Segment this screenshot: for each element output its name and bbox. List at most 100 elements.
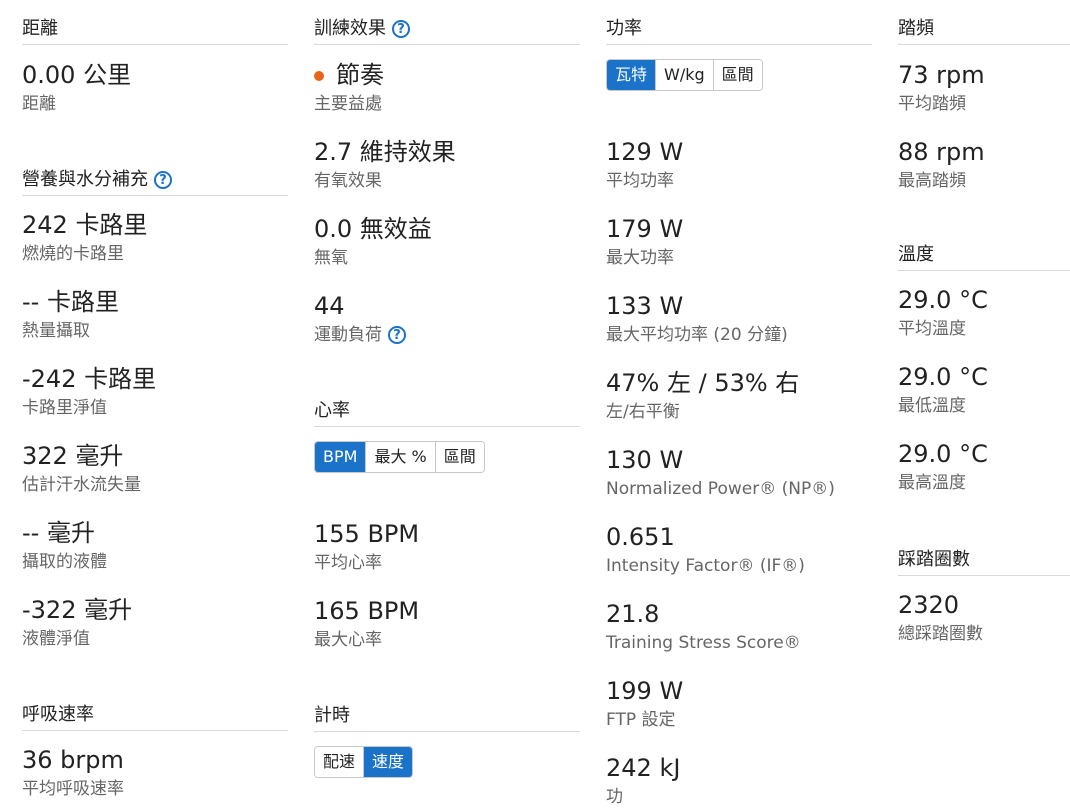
training-effect-title: 訓練效果 ? [314,14,580,45]
power-title-text: 功率 [606,18,642,39]
stat-label: 平均功率 [606,171,674,191]
stat-label: 功 [606,787,623,807]
stat-label: 最低溫度 [898,396,966,416]
stat-label: 左/右平衡 [606,402,680,422]
stat-max-20min-power: 133 W 最大平均功率 (20 分鐘) [606,291,788,346]
tab-watts[interactable]: 瓦特 [607,60,656,90]
heart-rate-title: 心率 [314,396,580,427]
cadence-title: 踏頻 [898,14,1070,45]
stat-label: 總踩踏圈數 [898,624,983,644]
stat-fluid-net: -322 毫升 液體淨值 [22,595,132,650]
stat-label: 液體淨值 [22,629,90,649]
help-icon[interactable]: ? [388,326,406,344]
stat-label: 平均溫度 [898,319,966,339]
respiration-title-text: 呼吸速率 [22,704,94,725]
respiration-title: 呼吸速率 [22,700,288,731]
stat-value: 165 BPM [314,597,420,625]
stat-label: 最大平均功率 (20 分鐘) [606,325,788,345]
tab-max-percent[interactable]: 最大 % [365,442,435,472]
stat-label: 卡路里淨值 [22,398,107,418]
stat-label: 攝取的液體 [22,552,107,572]
stat-intensity-factor: 0.651 Intensity Factor® (IF®) [606,522,805,577]
stat-max-temp: 29.0 °C 最高溫度 [898,439,988,494]
stat-max-hr: 165 BPM 最大心率 [314,596,419,651]
power-title: 功率 [606,14,872,45]
distance-title-text: 距離 [22,18,58,39]
respiration-value: 36 brpm [22,746,124,774]
tab-bpm[interactable]: BPM [315,442,366,472]
stat-value: -322 毫升 [22,596,133,624]
power-unit-toggle: 瓦特 W/kg 區間 [606,59,763,91]
stat-value: 2.7 維持效果 [314,138,456,166]
stat-label: 最大心率 [314,630,382,650]
temperature-title-text: 溫度 [898,244,934,265]
stat-primary-benefit: 節奏 主要益處 [314,60,384,115]
stat-value: -- 毫升 [22,519,95,547]
tab-zones[interactable]: 區間 [434,442,484,472]
distance-label: 距離 [22,94,56,114]
distance-stat: 0.00 公里 距離 [22,60,131,115]
timing-title-text: 計時 [314,705,350,726]
stat-value: 2320 [898,591,960,619]
stat-aerobic: 2.7 維持效果 有氧效果 [314,137,456,192]
stat-label: 最高溫度 [898,473,966,493]
heart-rate-unit-toggle: BPM 最大 % 區間 [314,441,485,473]
tab-zones[interactable]: 區間 [712,60,762,90]
stat-label: FTP 設定 [606,710,676,730]
distance-title: 距離 [22,14,288,45]
stat-label: 有氧效果 [314,171,382,191]
stat-value: 179 W [606,215,684,243]
cadence-title-text: 踏頻 [898,18,934,39]
temperature-title: 溫度 [898,240,1070,271]
heart-rate-title-text: 心率 [314,400,350,421]
help-icon[interactable]: ? [154,171,172,189]
stat-normalized-power: 130 W Normalized Power® (NP®) [606,445,835,500]
stat-value: 322 毫升 [22,442,124,470]
stat-value: 0.0 無效益 [314,215,432,243]
stat-min-temp: 29.0 °C 最低溫度 [898,362,988,417]
stat-value: 0.651 [606,523,675,551]
stat-value: 節奏 [336,61,384,89]
nutrition-title-text: 營養與水分補充 [22,169,148,190]
stat-total-strokes: 2320 總踩踏圈數 [898,590,983,645]
stat-label: 熱量攝取 [22,321,90,341]
stat-label-row: 運動負荷 ? [314,324,406,346]
timing-unit-toggle: 配速 速度 [314,746,414,778]
tab-speed[interactable]: 速度 [363,747,413,777]
stat-value: 199 W [606,677,684,705]
stat-label: Training Stress Score® [606,633,801,653]
stat-calories-net: -242 卡路里 卡路里淨值 [22,364,156,419]
stat-value: -- 卡路里 [22,288,119,316]
distance-value: 0.00 公里 [22,61,132,89]
tab-pace[interactable]: 配速 [315,747,364,777]
stat-calories-intake: -- 卡路里 熱量攝取 [22,287,119,342]
stat-avg-temp: 29.0 °C 平均溫度 [898,285,988,340]
strokes-title: 踩踏圈數 [898,545,1070,576]
stat-lr-balance: 47% 左 / 53% 右 左/右平衡 [606,368,799,423]
stat-tss: 21.8 Training Stress Score® [606,599,801,654]
stat-label: 運動負荷 [314,325,382,345]
stat-label: 平均踏頻 [898,94,966,114]
stat-value: 242 卡路里 [22,211,148,239]
stat-fluid-intake: -- 毫升 攝取的液體 [22,518,107,573]
nutrition-title: 營養與水分補充 ? [22,165,288,196]
stat-max-cadence: 88 rpm 最高踏頻 [898,137,985,192]
help-icon[interactable]: ? [392,20,410,38]
stat-value: 47% 左 / 53% 右 [606,369,800,397]
tab-w-per-kg[interactable]: W/kg [655,60,713,90]
respiration-stat: 36 brpm 平均呼吸速率 [22,745,124,800]
stat-value: 29.0 °C [898,363,988,391]
stat-max-power: 179 W 最大功率 [606,214,683,269]
stat-label: 平均心率 [314,553,382,573]
stat-sweat-loss: 322 毫升 估計汗水流失量 [22,441,141,496]
stat-value: 29.0 °C [898,286,988,314]
stat-value: 155 BPM [314,520,420,548]
stat-value: 44 [314,292,345,320]
stat-value: 88 rpm [898,138,985,166]
stat-label: 估計汗水流失量 [22,475,141,495]
stat-label: 最大功率 [606,248,674,268]
strokes-title-text: 踩踏圈數 [898,549,970,570]
stat-label: 主要益處 [314,94,382,114]
timing-title: 計時 [314,701,580,732]
stat-value: 29.0 °C [898,440,988,468]
